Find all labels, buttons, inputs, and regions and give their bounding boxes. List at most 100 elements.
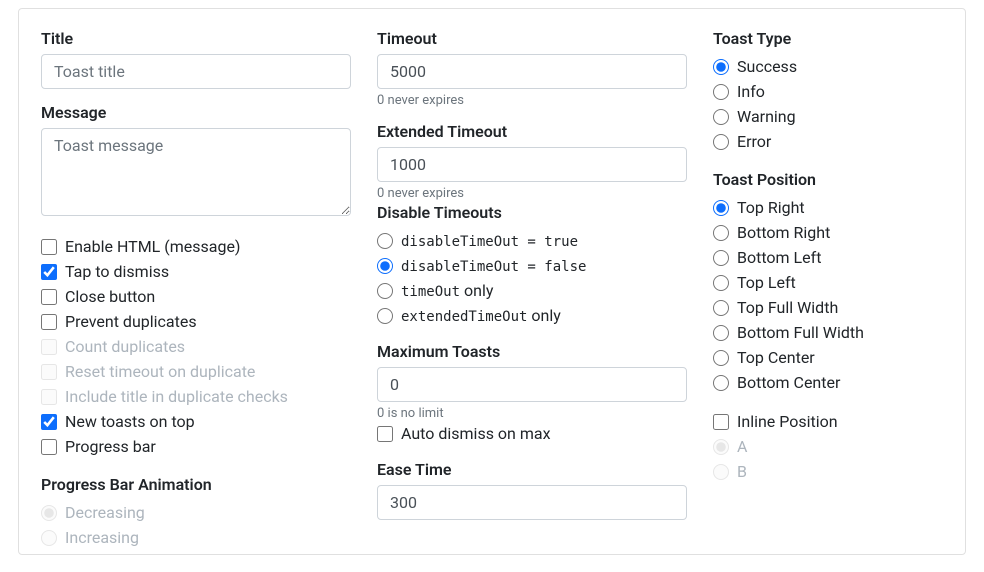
error-label: Error [737,132,771,151]
radio-row-disable-false: disableTimeOut = false [377,253,687,278]
radio-row-bottom-right: Bottom Right [713,220,943,245]
extended-only-radio[interactable] [377,308,393,324]
top-center-label: Top Center [737,348,815,367]
bottom-full-width-radio[interactable] [713,325,729,341]
prevent-duplicates-checkbox[interactable] [41,314,57,330]
close-button-checkbox[interactable] [41,289,57,305]
disable-false-code: disableTimeOut = false [401,259,586,275]
decreasing-label: Decreasing [65,503,145,522]
radio-row-top-center: Top Center [713,345,943,370]
radio-row-bottom-full-width: Bottom Full Width [713,320,943,345]
timeout-only-radio[interactable] [377,283,393,299]
disable-true-label: disableTimeOut = true [401,231,578,250]
disable-false-radio[interactable] [377,258,393,274]
close-button-label: Close button [65,287,155,306]
extended-only-label: extendedTimeOut only [401,306,561,325]
warning-label: Warning [737,107,796,126]
title-input[interactable] [41,54,351,89]
radio-row-error: Error [713,129,943,154]
timeout-hint: 0 never expires [377,93,687,108]
auto-dismiss-label: Auto dismiss on max [401,424,551,443]
prevent-duplicates-label: Prevent duplicates [65,312,197,331]
toast-position-group: Top Right Bottom Right Bottom Left Top Left… [713,195,943,395]
config-card: Title Message Enable HTML (message)Tap t… [18,8,966,555]
radio-row-top-left: Top Left [713,270,943,295]
disable-true-radio[interactable] [377,233,393,249]
top-full-width-radio[interactable] [713,300,729,316]
top-right-label: Top Right [737,198,805,217]
radio-row-success: Success [713,54,943,79]
message-label: Message [41,103,351,122]
radio-row-info: Info [713,79,943,104]
check-row-count-duplicates: Count duplicates [41,334,351,359]
top-left-radio[interactable] [713,275,729,291]
bottom-left-label: Bottom Left [737,248,821,267]
column-left: Title Message Enable HTML (message)Tap t… [41,29,351,550]
info-label: Info [737,82,765,101]
disable-timeouts-group: disableTimeOut = true disableTimeOut = fa… [377,228,687,328]
radio-row-increasing: Increasing [41,525,351,550]
tap-to-dismiss-label: Tap to dismiss [65,262,169,281]
bottom-center-label: Bottom Center [737,373,840,392]
top-right-radio[interactable] [713,200,729,216]
radio-row-warning: Warning [713,104,943,129]
timeout-label: Timeout [377,29,687,48]
radio-row-decreasing: Decreasing [41,500,351,525]
new-toasts-on-top-label: New toasts on top [65,412,195,431]
check-row-prevent-duplicates: Prevent duplicates [41,309,351,334]
check-row-tap-to-dismiss: Tap to dismiss [41,259,351,284]
inline-position-group: AB [713,434,943,484]
include-title-in-duplicate-checks-checkbox [41,389,57,405]
bottom-left-radio[interactable] [713,250,729,266]
check-row-progress-bar: Progress bar [41,434,351,459]
extended-timeout-input[interactable] [377,147,687,182]
radio-row-a: A [713,434,943,459]
increasing-radio [41,530,57,546]
bottom-center-radio[interactable] [713,375,729,391]
radio-row-extended-only: extendedTimeOut only [377,303,687,328]
radio-row-top-full-width: Top Full Width [713,295,943,320]
progress-bar-checkbox[interactable] [41,439,57,455]
check-row-new-toasts-on-top: New toasts on top [41,409,351,434]
inline-position-checkbox[interactable] [713,414,729,430]
bottom-right-radio[interactable] [713,225,729,241]
tap-to-dismiss-checkbox[interactable] [41,264,57,280]
error-radio[interactable] [713,134,729,150]
check-row-enable-html: Enable HTML (message) [41,234,351,259]
toast-type-heading: Toast Type [713,29,943,48]
a-label: A [737,437,747,456]
timeout-input[interactable] [377,54,687,89]
radio-row-top-right: Top Right [713,195,943,220]
bottom-right-label: Bottom Right [737,223,830,242]
maximum-toasts-input[interactable] [377,367,687,402]
top-center-radio[interactable] [713,350,729,366]
b-radio [713,464,729,480]
increasing-label: Increasing [65,528,139,547]
extended-timeout-label: Extended Timeout [377,122,687,141]
progress-bar-label: Progress bar [65,437,156,456]
enable-html-checkbox[interactable] [41,239,57,255]
new-toasts-on-top-checkbox[interactable] [41,414,57,430]
radio-row-timeout-only: timeOut only [377,278,687,303]
check-row-include-title-in-duplicate-checks: Include title in duplicate checks [41,384,351,409]
message-textarea[interactable] [41,128,351,216]
auto-dismiss-checkbox[interactable] [377,426,393,442]
maximum-toasts-hint: 0 is no limit [377,406,687,421]
enable-html-label: Enable HTML (message) [65,237,241,256]
check-row-close-button: Close button [41,284,351,309]
bottom-full-width-label: Bottom Full Width [737,323,864,342]
disable-timeouts-heading: Disable Timeouts [377,203,687,222]
radio-row-bottom-center: Bottom Center [713,370,943,395]
count-duplicates-checkbox [41,339,57,355]
info-radio[interactable] [713,84,729,100]
reset-timeout-on-duplicate-checkbox [41,364,57,380]
timeout-only-code: timeOut [401,284,460,300]
warning-radio[interactable] [713,109,729,125]
radio-row-b: B [713,459,943,484]
disable-false-label: disableTimeOut = false [401,256,586,275]
check-row-reset-timeout-on-duplicate: Reset timeout on duplicate [41,359,351,384]
ease-time-input[interactable] [377,485,687,520]
success-radio[interactable] [713,59,729,75]
column-right: Toast Type SuccessInfoWarningError Toast… [713,29,943,550]
maximum-toasts-label: Maximum Toasts [377,342,687,361]
